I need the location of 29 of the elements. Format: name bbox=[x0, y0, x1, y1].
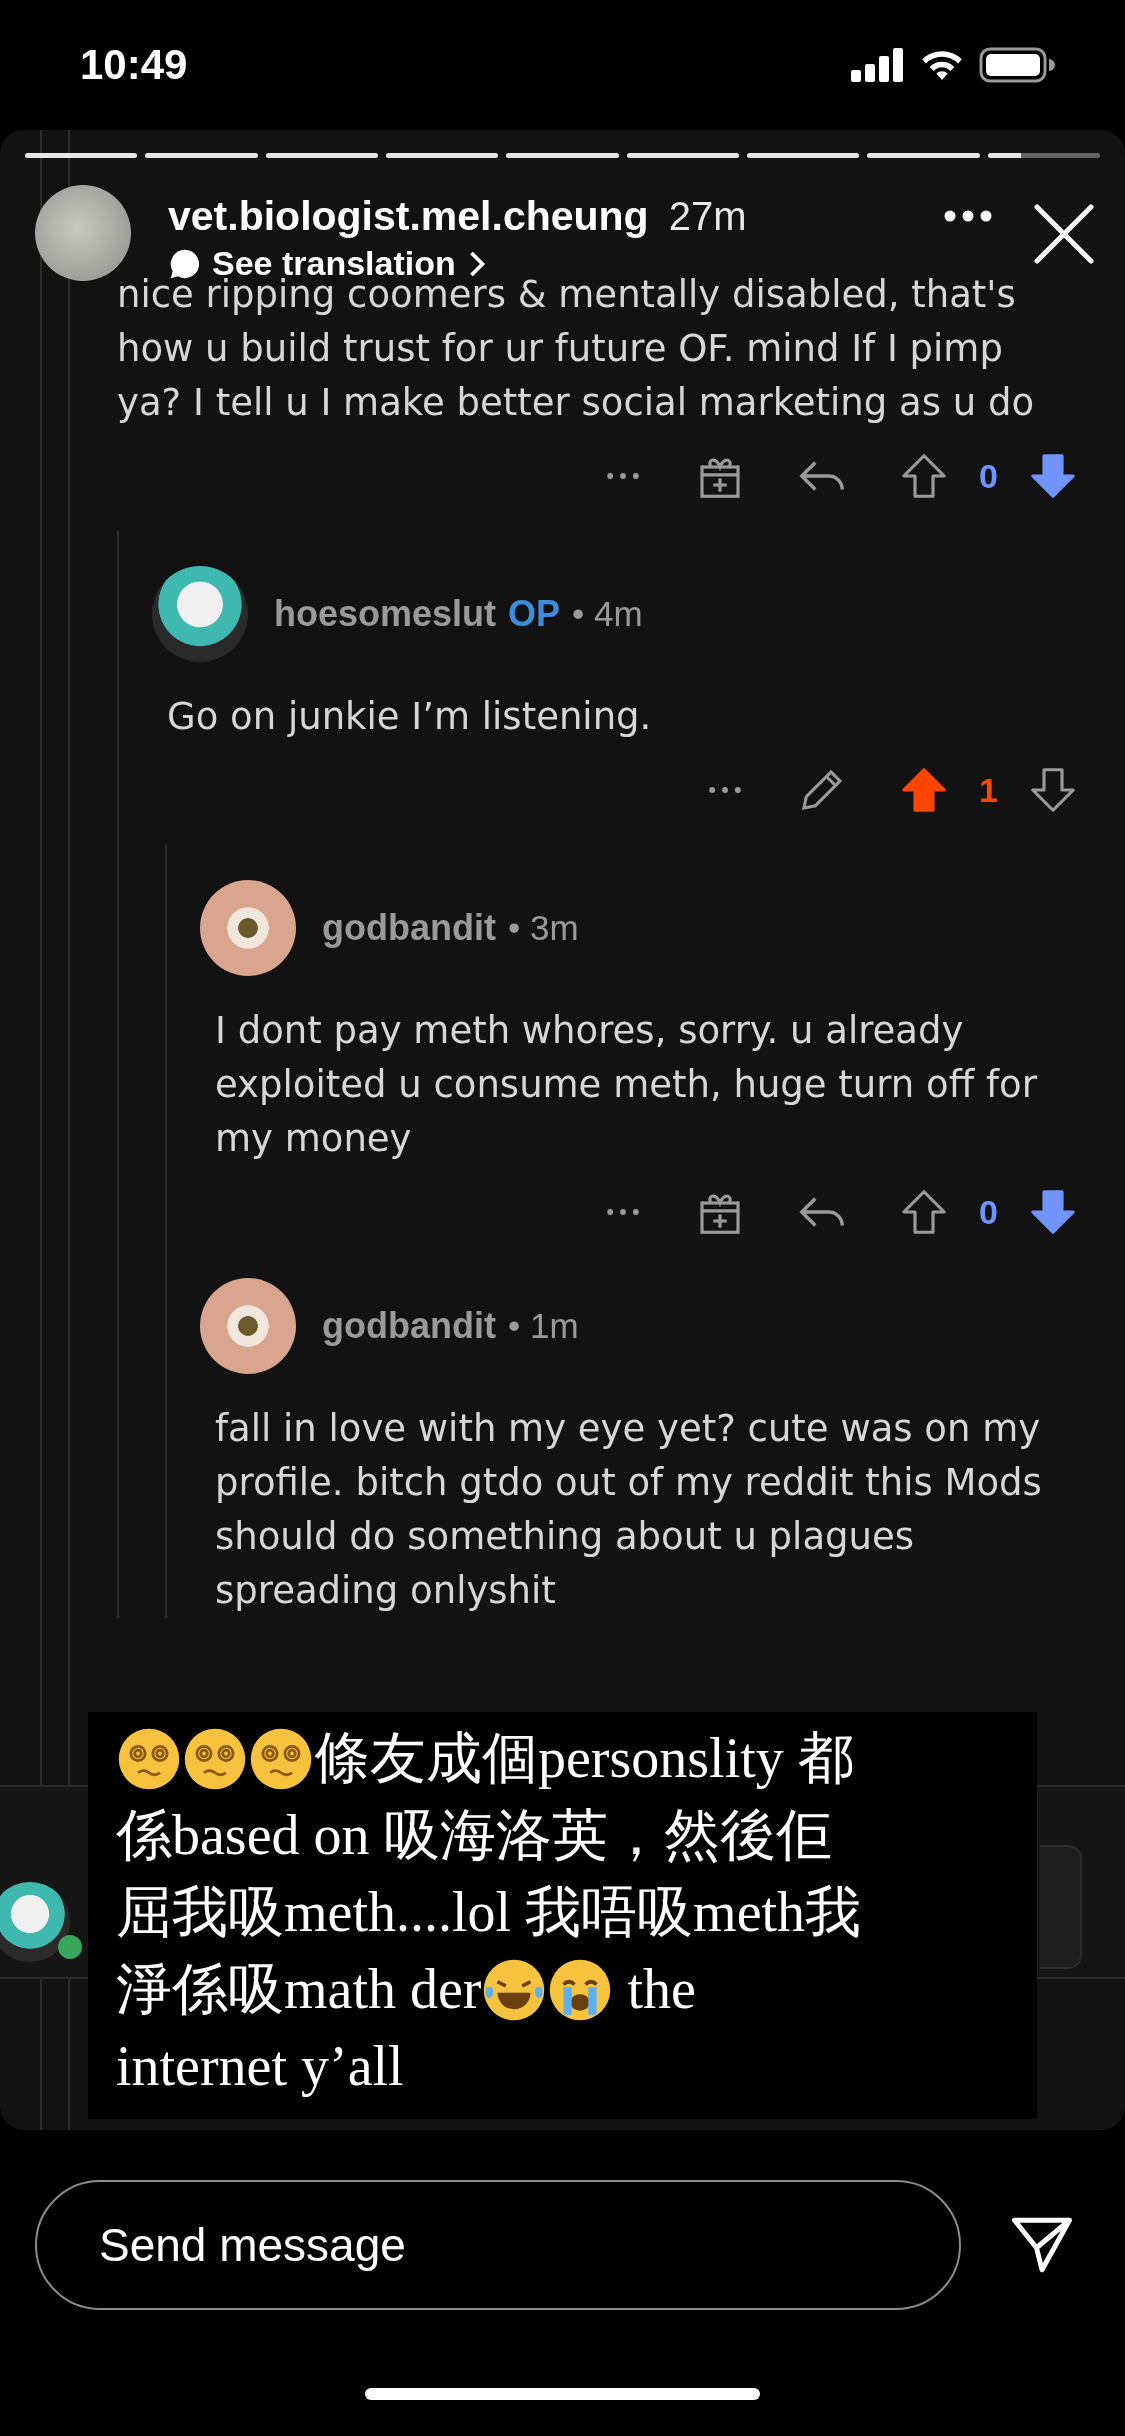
message-field[interactable]: Send message bbox=[35, 2180, 961, 2310]
caption-text: internet y’all bbox=[116, 2034, 404, 2099]
comment-text: fall in love with my eye yet? cute was on my profile. bitch gtdo out of my reddit this Mods should do something about u plagues spreading onlyshit bbox=[215, 1406, 1043, 1614]
vote-count: 1 bbox=[979, 770, 998, 810]
caption-text: 條友成個personslity 都 bbox=[314, 1726, 854, 1791]
caption-text: 屈我吸meth....lol 我唔吸meth我 bbox=[116, 1880, 862, 1945]
comment-time: • 4m bbox=[572, 594, 643, 634]
op-label: OP bbox=[508, 593, 561, 635]
battery-icon bbox=[979, 47, 1055, 83]
caption-text: 淨係吸math der bbox=[116, 1957, 482, 2022]
status-time: 10:49 bbox=[80, 41, 189, 89]
wifi-icon bbox=[919, 48, 965, 82]
signal-icon bbox=[851, 48, 905, 82]
username[interactable]: godbandit bbox=[322, 907, 496, 949]
caption-text: the bbox=[626, 1957, 696, 2022]
more-icon[interactable] bbox=[943, 209, 993, 223]
vote-count: 0 bbox=[979, 456, 998, 496]
caption-text: 係based on 吸海洛英，然後佢 bbox=[116, 1803, 832, 1868]
comment-text: Go on junkie I’m listening. bbox=[167, 694, 653, 740]
comment-time: • 3m bbox=[507, 908, 579, 948]
username[interactable]: vet.biologist.mel.cheung bbox=[168, 193, 649, 240]
online-dot bbox=[58, 1935, 82, 1959]
username[interactable]: godbandit bbox=[322, 1305, 496, 1347]
close-icon[interactable] bbox=[1033, 203, 1095, 265]
vote-count: 0 bbox=[979, 1192, 998, 1232]
comment-time: • 1m bbox=[507, 1306, 579, 1346]
comment-text: I dont pay meth whores, sorry. u already exploited u consume meth, huge turn off for my money bbox=[215, 1008, 1038, 1162]
post-time: 27m bbox=[668, 194, 747, 239]
username[interactable]: hoesomeslut bbox=[274, 593, 497, 635]
